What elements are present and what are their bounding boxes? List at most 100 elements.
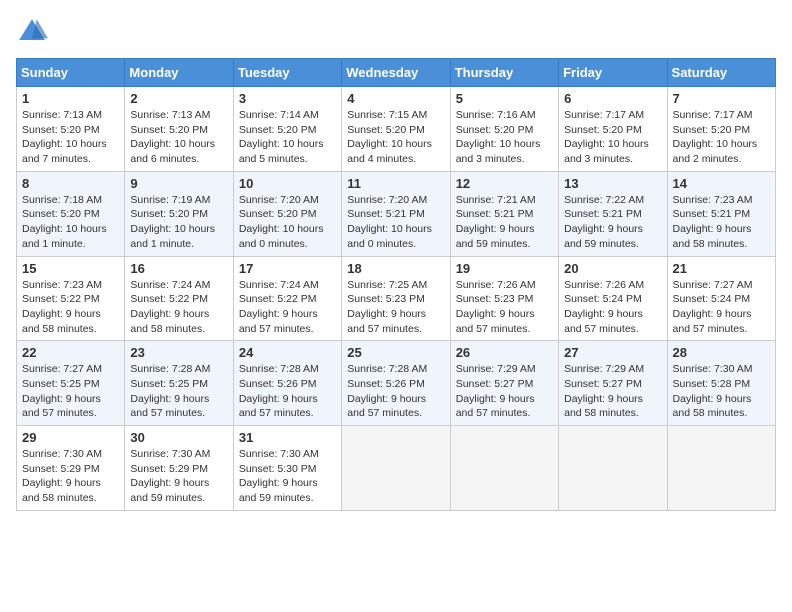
daylight-label: Daylight: 9 hours and 57 minutes.: [239, 308, 318, 335]
column-header-thursday: Thursday: [450, 59, 558, 87]
day-info: Sunrise: 7:24 AMSunset: 5:22 PMDaylight:…: [130, 278, 227, 337]
sunrise-time: Sunrise: 7:17 AM: [673, 109, 753, 121]
sunset-time: Sunset: 5:20 PM: [22, 208, 100, 220]
calendar-cell: 14Sunrise: 7:23 AMSunset: 5:21 PMDayligh…: [667, 171, 775, 256]
day-info: Sunrise: 7:17 AM Sunset: 5:20 PM Daylight:…: [673, 108, 770, 167]
day-info: Sunrise: 7:29 AMSunset: 5:27 PMDaylight:…: [456, 362, 553, 421]
sunset-time: Sunset: 5:21 PM: [347, 208, 425, 220]
day-number: 10: [239, 176, 336, 191]
daylight-label: Daylight: 10 hours and 2 minutes.: [673, 138, 758, 165]
day-number: 19: [456, 261, 553, 276]
sunset-time: Sunset: 5:26 PM: [347, 378, 425, 390]
daylight-label: Daylight: 10 hours and 0 minutes.: [239, 223, 324, 250]
calendar-cell: 31Sunrise: 7:30 AMSunset: 5:30 PMDayligh…: [233, 426, 341, 511]
sunrise-time: Sunrise: 7:22 AM: [564, 194, 644, 206]
logo-icon: [16, 16, 48, 48]
day-number: 25: [347, 345, 444, 360]
day-info: Sunrise: 7:30 AMSunset: 5:30 PMDaylight:…: [239, 447, 336, 506]
day-number: 18: [347, 261, 444, 276]
calendar-cell: 1 Sunrise: 7:13 AMSunset: 5:20 PMDaylight…: [17, 87, 125, 172]
daylight-label: Daylight: 10 hours and 1 minute.: [130, 223, 215, 250]
day-info: Sunrise: 7:29 AMSunset: 5:27 PMDaylight:…: [564, 362, 661, 421]
daylight-label: Daylight: 9 hours and 57 minutes.: [347, 308, 426, 335]
column-header-saturday: Saturday: [667, 59, 775, 87]
day-info: Sunrise: 7:30 AMSunset: 5:28 PMDaylight:…: [673, 362, 770, 421]
day-number: 24: [239, 345, 336, 360]
day-number: 12: [456, 176, 553, 191]
sunset-time: Sunset: 5:27 PM: [564, 378, 642, 390]
sunrise-time: Sunrise: 7:19 AM: [130, 194, 210, 206]
calendar-week-row: 8 Sunrise: 7:18 AMSunset: 5:20 PMDaylight…: [17, 171, 776, 256]
daylight-label: Daylight: 9 hours and 59 minutes.: [456, 223, 535, 250]
calendar-cell: [559, 426, 667, 511]
day-number: 4: [347, 91, 444, 106]
calendar-cell: 29 Sunrise: 7:30 AM Sunset: 5:29 PM Dayligh…: [17, 426, 125, 511]
day-info: Sunrise: 7:18 AMSunset: 5:20 PMDaylight:…: [22, 193, 119, 252]
sunset-time: Sunset: 5:21 PM: [456, 208, 534, 220]
calendar-cell: 17 Sunrise: 7:24 AMSunset: 5:22 PMDayligh…: [233, 256, 341, 341]
sunset-time: Sunset: 5:29 PM: [22, 463, 100, 475]
calendar-cell: 15Sunrise: 7:23 AMSunset: 5:22 PMDayligh…: [17, 256, 125, 341]
calendar-cell: 12 Sunrise: 7:21 AM Sunset: 5:21 PM Dayligh…: [450, 171, 558, 256]
sunrise-time: Sunrise: 7:27 AM: [22, 363, 102, 375]
daylight-label: Daylight: 10 hours and 1 minute.: [22, 223, 107, 250]
day-number: 29: [22, 430, 119, 445]
day-number: 9: [130, 176, 227, 191]
sunset-time: Sunset: 5:20 PM: [22, 124, 100, 136]
sunrise-time: Sunrise: 7:21 AM: [456, 194, 536, 206]
daylight-label: Daylight: 10 hours and 4 minutes.: [347, 138, 432, 165]
daylight-label: Daylight: 9 hours and 58 minutes.: [22, 477, 101, 504]
sunrise-time: Sunrise: 7:23 AM: [673, 194, 753, 206]
sunrise-time: Sunrise: 7:26 AM: [564, 279, 644, 291]
day-number: 11: [347, 176, 444, 191]
calendar-cell: 13Sunrise: 7:22 AMSunset: 5:21 PMDayligh…: [559, 171, 667, 256]
column-header-monday: Monday: [125, 59, 233, 87]
sunset-time: Sunset: 5:20 PM: [564, 124, 642, 136]
daylight-label: Daylight: 9 hours and 57 minutes.: [564, 308, 643, 335]
sunrise-time: Sunrise: 7:16 AM: [456, 109, 536, 121]
sunrise-time: Sunrise: 7:15 AM: [347, 109, 427, 121]
sunrise-time: Sunrise: 7:30 AM: [673, 363, 753, 375]
calendar-cell: 7Sunrise: 7:17 AMSunset: 5:20 PMDaylight…: [667, 87, 775, 172]
calendar-cell: 28Sunrise: 7:30 AMSunset: 5:28 PMDayligh…: [667, 341, 775, 426]
sunset-time: Sunset: 5:20 PM: [673, 124, 751, 136]
sunrise-time: Sunrise: 7:25 AM: [347, 279, 427, 291]
column-header-sunday: Sunday: [17, 59, 125, 87]
day-info: Sunrise: 7:19 AMSunset: 5:20 PMDaylight:…: [130, 193, 227, 252]
day-info: Sunrise: 7:28 AMSunset: 5:25 PMDaylight:…: [130, 362, 227, 421]
sunrise-time: Sunrise: 7:24 AM: [130, 279, 210, 291]
sunset-time: Sunset: 5:23 PM: [456, 293, 534, 305]
sunset-time: Sunset: 5:25 PM: [22, 378, 100, 390]
calendar-cell: 5Sunrise: 7:16 AMSunset: 5:20 PMDaylight…: [450, 87, 558, 172]
day-info: Sunrise: 7:16 AMSunset: 5:20 PMDaylight:…: [456, 108, 553, 167]
sunrise-time: Sunrise: 7:30 AM: [130, 448, 210, 460]
daylight-label: Daylight: 9 hours and 57 minutes.: [239, 393, 318, 420]
day-number: 2: [130, 91, 227, 106]
sunset-time: Sunset: 5:24 PM: [564, 293, 642, 305]
sunrise-time: Sunrise: 7:23 AM: [22, 279, 102, 291]
day-info: Sunrise: 7:28 AMSunset: 5:26 PMDaylight:…: [239, 362, 336, 421]
day-info: Sunrise: 7:23 AMSunset: 5:22 PMDaylight:…: [22, 278, 119, 337]
calendar-cell: 2 Sunrise: 7:13 AMSunset: 5:20 PMDaylight…: [125, 87, 233, 172]
day-number: 1: [22, 91, 119, 106]
sunrise-time: Sunrise: 7:30 AM: [22, 448, 102, 460]
sunset-time: Sunset: 5:29 PM: [130, 463, 208, 475]
sunset-time: Sunset: 5:21 PM: [673, 208, 751, 220]
day-info: Sunrise: 7:24 AMSunset: 5:22 PMDaylight:…: [239, 278, 336, 337]
calendar-cell: 27Sunrise: 7:29 AMSunset: 5:27 PMDayligh…: [559, 341, 667, 426]
calendar-cell: 11Sunrise: 7:20 AMSunset: 5:21 PMDayligh…: [342, 171, 450, 256]
calendar-cell: [450, 426, 558, 511]
calendar-cell: 6Sunrise: 7:17 AMSunset: 5:20 PMDaylight…: [559, 87, 667, 172]
day-info: Sunrise: 7:27 AMSunset: 5:24 PMDaylight:…: [673, 278, 770, 337]
sunrise-time: Sunrise: 7:27 AM: [673, 279, 753, 291]
sunrise-time: Sunrise: 7:24 AM: [239, 279, 319, 291]
day-number: 8: [22, 176, 119, 191]
column-header-friday: Friday: [559, 59, 667, 87]
day-info: Sunrise: 7:13 AMSunset: 5:20 PMDaylight:…: [130, 108, 227, 167]
day-number: 30: [130, 430, 227, 445]
sunset-time: Sunset: 5:22 PM: [130, 293, 208, 305]
day-info: Sunrise: 7:13 AMSunset: 5:20 PMDaylight:…: [22, 108, 119, 167]
calendar-week-row: 15Sunrise: 7:23 AMSunset: 5:22 PMDayligh…: [17, 256, 776, 341]
day-number: 17: [239, 261, 336, 276]
daylight-label: Daylight: 9 hours and 57 minutes.: [22, 393, 101, 420]
